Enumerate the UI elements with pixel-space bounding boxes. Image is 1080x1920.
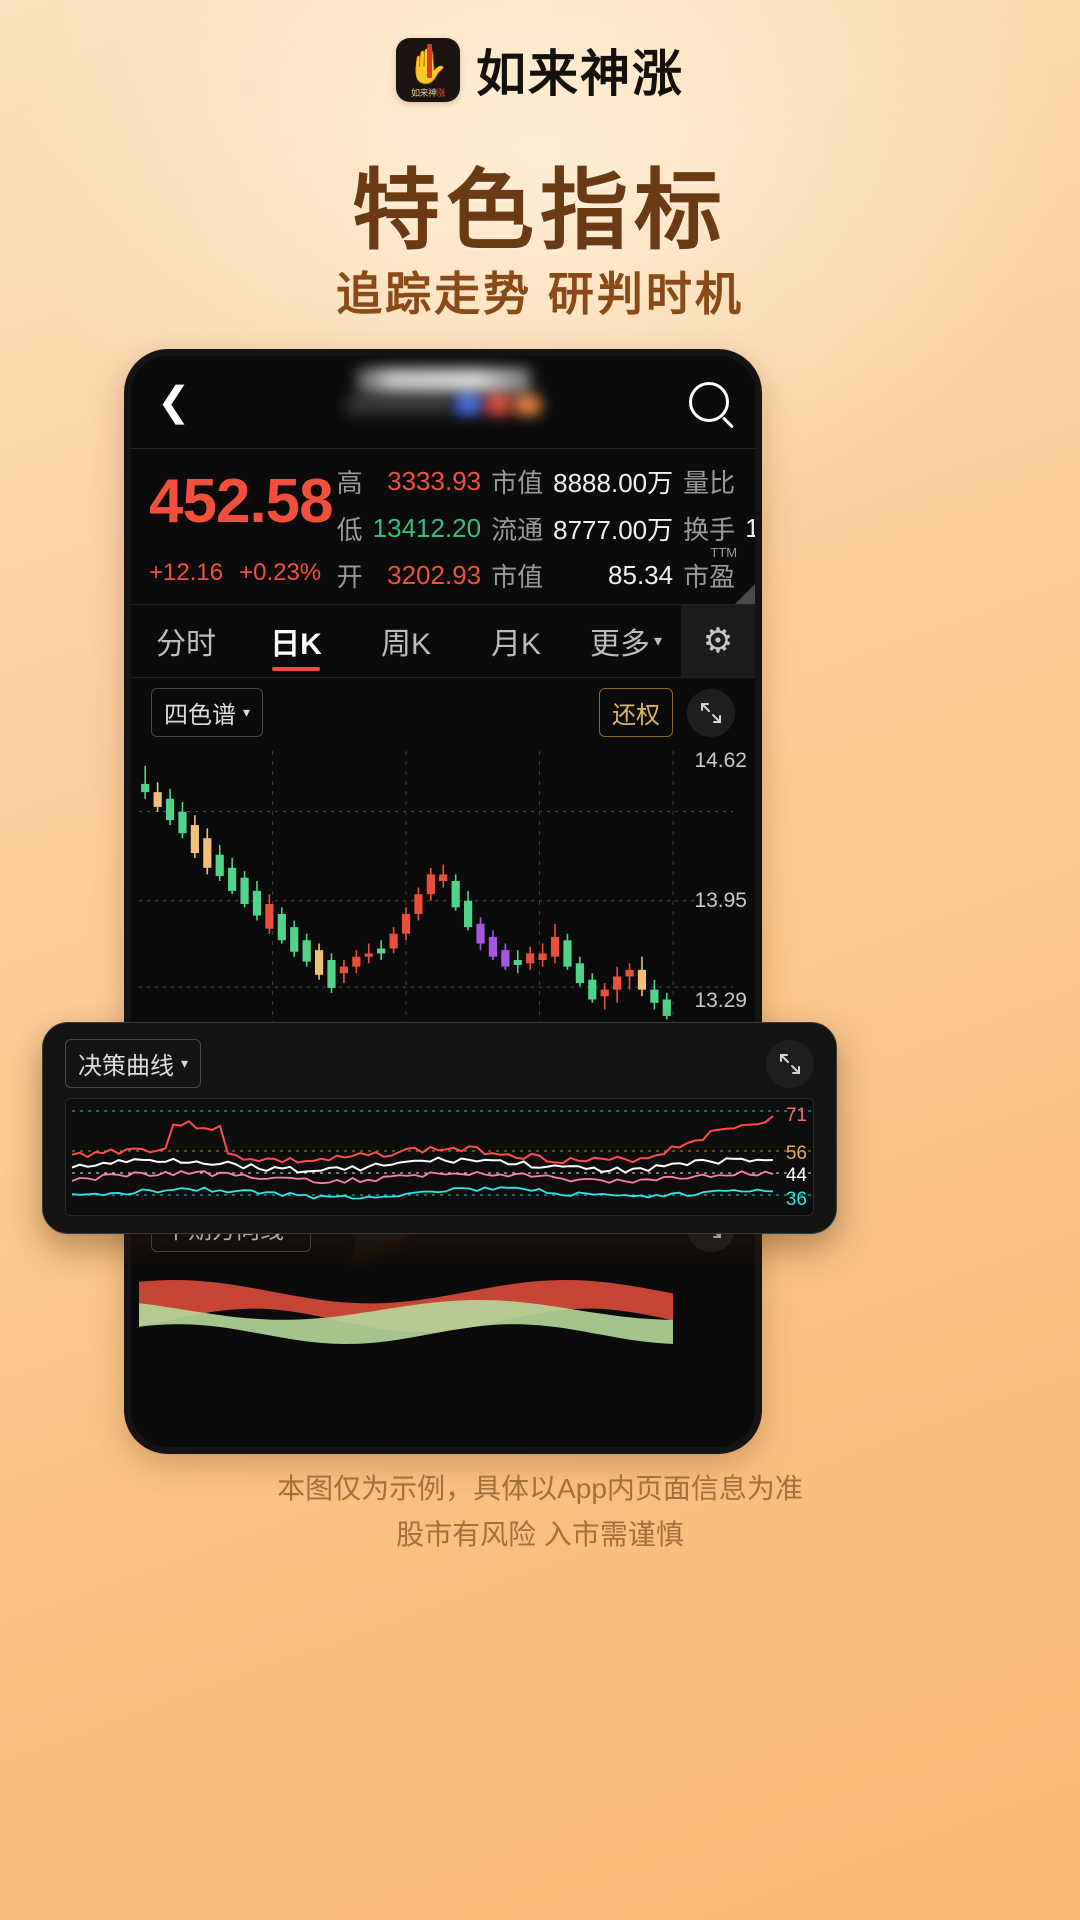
- search-icon[interactable]: [689, 382, 729, 422]
- brand-header: ✋ 如来神涨 如来神涨: [0, 34, 1080, 106]
- price-change-block: +12.16 +0.23%: [149, 559, 333, 587]
- adjust-price-button[interactable]: 还权: [599, 688, 673, 737]
- chevron-down-icon: ▾: [654, 631, 662, 651]
- chevron-down-icon: ▾: [181, 1055, 188, 1072]
- quote-label: 高: [337, 463, 363, 500]
- decision-curve-label: 决策曲线: [78, 1046, 174, 1081]
- chart-period-tabs[interactable]: 分时日K周K月K更多▾⚙: [131, 604, 755, 678]
- logo-caption: 如来神涨: [396, 86, 460, 99]
- tab-月K[interactable]: 月K: [461, 605, 571, 677]
- tab-label: 周K: [381, 619, 431, 663]
- tab-更多[interactable]: 更多▾: [571, 605, 681, 677]
- indicator-subchart-lower[interactable]: [131, 1260, 755, 1380]
- quote-value: 8777.00万: [553, 510, 673, 547]
- expand-icon[interactable]: [687, 689, 735, 737]
- candlestick-chart[interactable]: 14.62 13.95 13.29: [131, 745, 755, 1045]
- price-change-pct: +0.23%: [239, 559, 321, 587]
- decision-curve-selector[interactable]: 决策曲线 ▾: [65, 1039, 201, 1088]
- chart-toolbar: 四色谱 ▾ 还权: [131, 678, 755, 743]
- app-logo: ✋ 如来神涨: [396, 38, 460, 102]
- disclaimer: 本图仅为示例，具体以App内页面信息为准 股市有风险 入市需谨慎: [0, 1466, 1080, 1558]
- quote-value: 85.34: [553, 560, 673, 591]
- brand-name: 如来神涨: [476, 34, 684, 106]
- quote-label: 换手: [683, 510, 735, 547]
- adjust-price-label: 还权: [612, 695, 660, 730]
- disclaimer-line-1: 本图仅为示例，具体以App内页面信息为准: [0, 1466, 1080, 1512]
- tab-label: 分时: [156, 619, 216, 663]
- decision-curve-chart[interactable]: 71 56 44 36: [65, 1098, 814, 1216]
- quote-label: 开: [337, 557, 363, 594]
- quote-price-block: 452.58 +12.16 +0.23%: [149, 463, 333, 594]
- chevron-left-icon[interactable]: ❮: [157, 382, 191, 422]
- curve-level-44: 44: [786, 1165, 807, 1187]
- curve-level-56: 56: [786, 1143, 807, 1165]
- quote-value: 3202.93: [373, 560, 481, 591]
- curve-level-71: 71: [786, 1105, 807, 1127]
- quote-value: 1.90%: [745, 513, 755, 544]
- resize-corner-icon: [735, 584, 755, 604]
- quote-label: 流通: [491, 510, 543, 547]
- disclaimer-line-2: 股市有风险 入市需谨慎: [0, 1512, 1080, 1558]
- stock-title-blurred: [293, 368, 593, 438]
- page-title: 特色指标: [0, 140, 1080, 267]
- decision-curve-callout: 决策曲线 ▾ 71 56 44 36: [42, 1022, 837, 1234]
- quote-label: 低: [337, 510, 363, 547]
- quote-value: 12.39: [745, 466, 755, 497]
- curve-level-36: 36: [786, 1189, 807, 1211]
- tab-label: 更多: [590, 619, 650, 663]
- callout-tail: [353, 1232, 417, 1258]
- expand-icon[interactable]: [766, 1040, 814, 1088]
- page-subtitle: 追踪走势 研判时机: [0, 258, 1080, 324]
- price-change: +12.16: [149, 559, 223, 587]
- quote-value: 3333.93: [373, 466, 481, 497]
- last-price: 452.58: [149, 471, 333, 533]
- tab-分时[interactable]: 分时: [131, 605, 241, 677]
- tab-日K[interactable]: 日K: [241, 605, 351, 677]
- chevron-down-icon: ▾: [243, 704, 250, 721]
- tab-label: 日K: [270, 619, 322, 663]
- quote-panel: 452.58 +12.16 +0.23% 高 3333.93 市值 8888.00万量…: [131, 449, 755, 604]
- y-axis-label-high: 14.62: [694, 749, 747, 773]
- indicator-selector[interactable]: 四色谱 ▾: [151, 688, 263, 737]
- quote-value: 8888.00万: [553, 463, 673, 500]
- app-navbar: ❮: [131, 356, 755, 448]
- quote-label: 量比: [683, 463, 735, 500]
- quote-label: 市值: [491, 463, 543, 500]
- ttm-superscript: TTM: [710, 545, 737, 560]
- quote-metrics-grid: 高 3333.93 市值 8888.00万量比 12.39 低 13412.20 流通 8777…: [337, 463, 755, 594]
- tab-周K[interactable]: 周K: [351, 605, 461, 677]
- indicator-selector-label: 四色谱: [164, 695, 236, 730]
- y-axis-label-low: 13.29: [694, 989, 747, 1013]
- phone-mockup: ❮ 452.58 +12.16 +0.23% 高 3333.93 市值 8888.00…: [124, 349, 762, 1454]
- gear-icon[interactable]: ⚙: [681, 605, 755, 677]
- quote-label: 市盈TTM: [683, 557, 735, 594]
- y-axis-label-mid: 13.95: [694, 889, 747, 913]
- quote-value: 13412.20: [373, 513, 481, 544]
- logo-red-bar: [427, 44, 432, 78]
- tab-label: 月K: [491, 619, 541, 663]
- quote-label: 市值: [491, 557, 543, 594]
